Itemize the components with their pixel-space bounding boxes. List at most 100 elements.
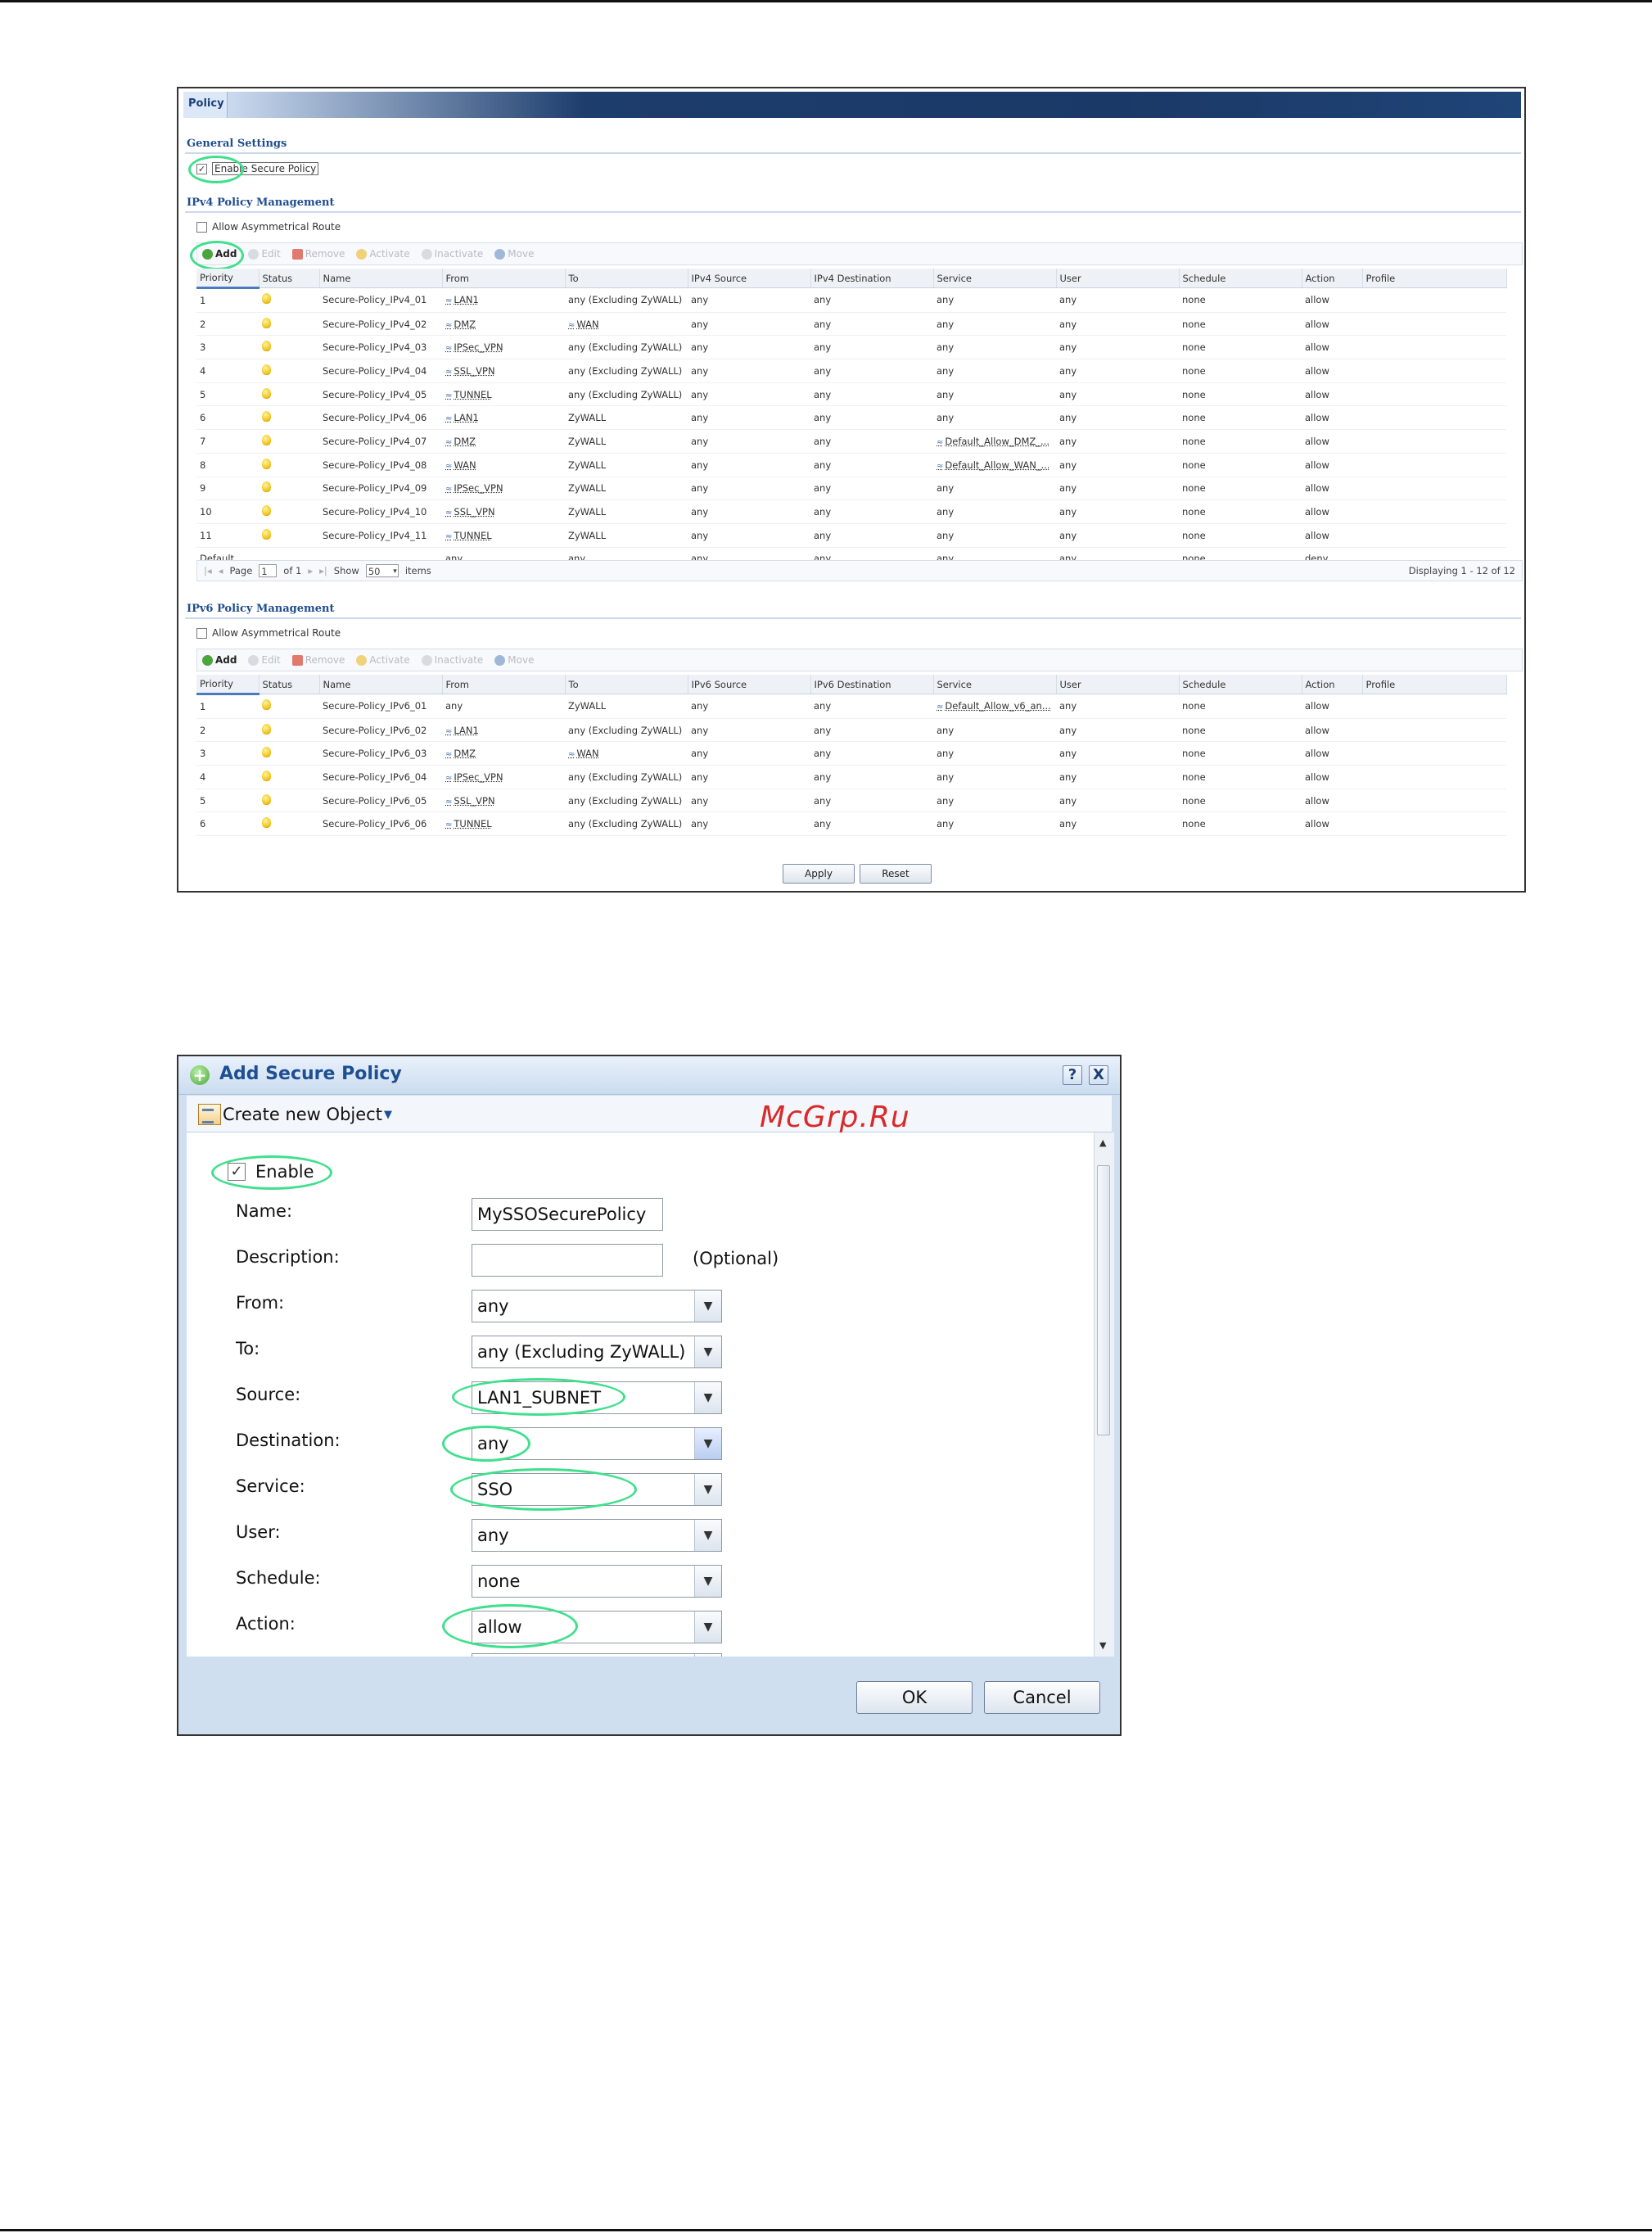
- ipv6-add-label: Add: [215, 654, 237, 666]
- ipv4-edit-button[interactable]: Edit: [248, 248, 281, 260]
- ok-button[interactable]: OK: [856, 1681, 973, 1714]
- table-row[interactable]: 3 Secure-Policy_IPv6_03 DMZ WAN any any any any…: [196, 741, 1506, 766]
- ipv6-remove-label: Remove: [305, 654, 345, 666]
- reset-button[interactable]: Reset: [860, 864, 932, 884]
- ipv6-remove-button[interactable]: Remove: [291, 654, 345, 666]
- cell-text: none: [1182, 294, 1206, 306]
- prev-page-icon[interactable]: ◂: [219, 565, 223, 576]
- table-row[interactable]: 7 Secure-Policy_IPv4_07 DMZ ZyWALL any any Def…: [196, 429, 1506, 454]
- ipv6-move-button[interactable]: Move: [494, 654, 534, 666]
- column-header-3[interactable]: From: [442, 675, 566, 694]
- column-header-9[interactable]: Schedule: [1179, 675, 1302, 694]
- scroll-up-icon[interactable]: ▲: [1099, 1137, 1106, 1148]
- ipv6-inactivate-button[interactable]: Inactivate: [421, 654, 483, 666]
- source-select[interactable]: LAN1_SUBNET ▼: [472, 1381, 722, 1414]
- ipv6-edit-button[interactable]: Edit: [248, 654, 281, 666]
- service-select[interactable]: SSO ▼: [472, 1473, 722, 1506]
- table-cell: any: [933, 405, 1056, 431]
- table-row[interactable]: 2 Secure-Policy_IPv6_02 LAN1 any (Excluding…: [196, 718, 1506, 743]
- table-cell: allow: [1302, 811, 1362, 837]
- ipv4-activate-button[interactable]: Activate: [356, 248, 410, 260]
- scrollbar-thumb[interactable]: [1097, 1165, 1110, 1435]
- bulb-icon: [262, 723, 271, 735]
- column-header-3[interactable]: From: [442, 269, 566, 288]
- column-header-5[interactable]: IPv4 Source: [688, 269, 811, 288]
- column-header-8[interactable]: User: [1056, 675, 1180, 694]
- create-new-object-menu[interactable]: Create new Object ▼: [198, 1104, 392, 1125]
- user-select[interactable]: any ▼: [472, 1519, 722, 1552]
- ipv6-asym-route-checkbox[interactable]: [196, 627, 207, 639]
- column-header-6[interactable]: IPv4 Destination: [810, 269, 934, 288]
- scroll-down-icon[interactable]: ▼: [1099, 1640, 1106, 1651]
- column-header-8[interactable]: User: [1056, 269, 1180, 288]
- ipv4-move-button[interactable]: Move: [494, 248, 534, 260]
- table-row[interactable]: 4 Secure-Policy_IPv6_04 IPSec_VPN any (Excl…: [196, 765, 1506, 789]
- ipv4-remove-button[interactable]: Remove: [291, 248, 345, 260]
- table-cell: any: [688, 718, 810, 743]
- table-cell: ZyWALL: [565, 429, 688, 454]
- column-header-5[interactable]: IPv6 Source: [688, 675, 811, 694]
- ipv6-activate-button[interactable]: Activate: [356, 654, 410, 666]
- destination-select[interactable]: any ▼: [472, 1427, 722, 1460]
- help-button[interactable]: ?: [1063, 1065, 1082, 1085]
- column-header-10[interactable]: Action: [1302, 269, 1363, 288]
- enable-checkbox[interactable]: ✓: [228, 1163, 246, 1181]
- table-row[interactable]: 10 Secure-Policy_IPv4_10 SSL_VPN ZyWALL any a…: [196, 499, 1506, 524]
- next-field-select-partial[interactable]: ▼: [472, 1653, 722, 1657]
- column-header-11[interactable]: Profile: [1362, 269, 1507, 288]
- ipv6-add-button[interactable]: Add: [202, 654, 237, 666]
- table-row[interactable]: 4 Secure-Policy_IPv4_04 SSL_VPN any (Exclud…: [196, 359, 1506, 383]
- column-header-1[interactable]: Status: [259, 269, 320, 288]
- table-row[interactable]: 6 Secure-Policy_IPv6_06 TUNNEL any (Excludi…: [196, 811, 1506, 837]
- create-new-object-label: Create new Object: [223, 1105, 382, 1124]
- ipv4-add-button[interactable]: Add: [202, 248, 237, 260]
- column-header-2[interactable]: Name: [319, 675, 443, 694]
- ipv4-asym-route-checkbox[interactable]: [196, 221, 207, 233]
- column-header-10[interactable]: Action: [1302, 675, 1363, 694]
- apply-button[interactable]: Apply: [783, 864, 855, 884]
- column-header-0[interactable]: Priority: [196, 675, 260, 695]
- table-row[interactable]: 5 Secure-Policy_IPv4_05 TUNNEL any (Excludi…: [196, 382, 1506, 407]
- cancel-button[interactable]: Cancel: [984, 1681, 1100, 1714]
- column-header-0[interactable]: Priority: [196, 269, 260, 289]
- table-row[interactable]: 6 Secure-Policy_IPv4_06 LAN1 ZyWALL any any an…: [196, 405, 1506, 431]
- cell-text: any: [814, 364, 832, 377]
- table-row[interactable]: 2 Secure-Policy_IPv4_02 DMZ WAN any any any any…: [196, 312, 1506, 337]
- page-number-input[interactable]: 1: [259, 564, 278, 577]
- user-value: any: [477, 1526, 509, 1545]
- column-header-4[interactable]: To: [565, 269, 688, 288]
- enable-secure-policy-checkbox[interactable]: ✓: [196, 163, 207, 174]
- name-field[interactable]: MySSOSecurePolicy: [472, 1198, 663, 1231]
- column-header-7[interactable]: Service: [933, 269, 1057, 288]
- cell-text: allow: [1305, 748, 1329, 760]
- table-row[interactable]: 1 Secure-Policy_IPv6_01 any ZyWALL any any Def…: [196, 694, 1506, 719]
- column-header-6[interactable]: IPv6 Destination: [810, 675, 934, 694]
- table-cell: DMZ: [442, 312, 565, 337]
- last-page-icon[interactable]: ▸|: [319, 565, 327, 576]
- first-page-icon[interactable]: |◂: [204, 565, 212, 576]
- column-header-1[interactable]: Status: [259, 675, 320, 694]
- description-field[interactable]: [472, 1244, 663, 1277]
- close-button[interactable]: X: [1089, 1065, 1108, 1085]
- table-row[interactable]: 5 Secure-Policy_IPv6_05 SSL_VPN any (Exclud…: [196, 789, 1506, 813]
- next-page-icon[interactable]: ▸: [308, 565, 313, 576]
- cell-text: DMZ: [445, 319, 476, 330]
- ipv4-inactivate-button[interactable]: Inactivate: [421, 248, 483, 260]
- page-size-select[interactable]: 50 ▾: [365, 564, 399, 577]
- column-header-7[interactable]: Service: [933, 675, 1057, 694]
- policy-tab[interactable]: Policy: [183, 92, 228, 118]
- action-select[interactable]: allow ▼: [472, 1611, 722, 1643]
- table-row[interactable]: 3 Secure-Policy_IPv4_03 IPSec_VPN any (Excl…: [196, 335, 1506, 360]
- column-header-11[interactable]: Profile: [1362, 675, 1507, 694]
- schedule-select[interactable]: none ▼: [472, 1565, 722, 1598]
- table-row[interactable]: 9 Secure-Policy_IPv4_09 IPSec_VPN ZyWALL any…: [196, 477, 1506, 501]
- dialog-scrollbar[interactable]: ▲ ▼: [1094, 1132, 1114, 1657]
- column-header-9[interactable]: Schedule: [1179, 269, 1302, 288]
- column-header-4[interactable]: To: [565, 675, 688, 694]
- to-select[interactable]: any (Excluding ZyWALL) ▼: [472, 1336, 722, 1368]
- column-header-2[interactable]: Name: [319, 269, 443, 288]
- table-row[interactable]: 11 Secure-Policy_IPv4_11 TUNNEL ZyWALL any an…: [196, 523, 1506, 548]
- from-select[interactable]: any ▼: [472, 1290, 722, 1322]
- table-row[interactable]: 1 Secure-Policy_IPv4_01 LAN1 any (Excluding…: [196, 287, 1506, 313]
- table-row[interactable]: 8 Secure-Policy_IPv4_08 WAN ZyWALL any any Def…: [196, 453, 1506, 477]
